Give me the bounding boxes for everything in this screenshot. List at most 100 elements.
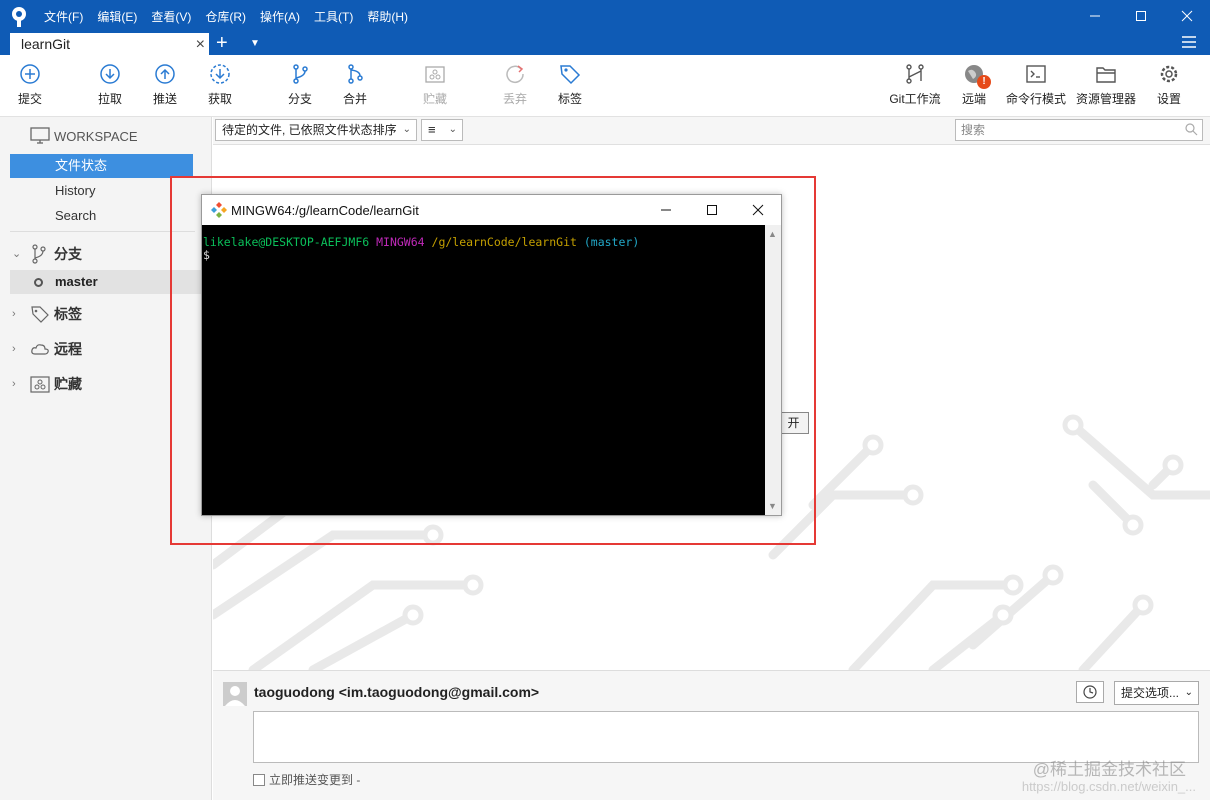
menu-view[interactable]: 查看(V) [151, 8, 191, 25]
branch-button[interactable]: 分支 [275, 63, 325, 107]
checkbox-icon [253, 774, 265, 786]
maximize-icon [707, 205, 717, 215]
menu-edit[interactable]: 编辑(E) [97, 8, 137, 25]
chevron-right-icon: › [12, 343, 16, 355]
gear-icon [1160, 65, 1178, 83]
chevron-down-icon: ⌄ [402, 124, 411, 135]
chevron-down-icon: ⌄ [448, 124, 457, 135]
terminal-window-controls [643, 195, 781, 225]
window-controls [1072, 0, 1210, 32]
settings-button[interactable]: 设置 [1144, 63, 1194, 107]
terminal-prompt-line: likelake@DESKTOP-AEFJMF6 MINGW64 /g/lear… [203, 236, 764, 249]
terminal-icon [1026, 65, 1046, 83]
gitflow-button[interactable]: Git工作流 [885, 63, 945, 107]
branch-icon [32, 244, 46, 264]
sidebar-item-file-status[interactable]: 文件状态 [10, 154, 193, 178]
minimize-icon [661, 209, 671, 211]
new-tab-button[interactable]: + [216, 32, 228, 55]
commit-author: taoguodong <im.taoguodong@gmail.com> [254, 684, 540, 700]
menu-actions[interactable]: 操作(A) [260, 8, 300, 25]
remote-warning-badge: ! [977, 75, 991, 89]
discard-icon [506, 65, 524, 83]
close-icon [1181, 10, 1193, 22]
menu-bar: 文件(F) 编辑(E) 查看(V) 仓库(R) 操作(A) 工具(T) 帮助(H… [44, 8, 422, 25]
prompt-environment: MINGW64 [376, 235, 425, 249]
terminal-title-bar[interactable]: MINGW64:/g/learnCode/learnGit [202, 195, 781, 225]
maximize-icon [1136, 11, 1146, 21]
prompt-branch: (master) [583, 235, 640, 249]
folder-icon [1096, 67, 1116, 83]
fetch-icon [210, 64, 230, 84]
remote-button[interactable]: ! 远端 [949, 63, 999, 107]
tag-icon [560, 65, 581, 85]
gitflow-icon [906, 64, 924, 84]
monitor-icon [30, 127, 50, 144]
close-button[interactable] [1164, 0, 1210, 32]
cloud-icon [31, 344, 49, 355]
watermark-text: @稀土掘金技术社区 [1032, 760, 1186, 779]
prompt-user-host: likelake@DESKTOP-AEFJMF6 [203, 235, 370, 249]
search-input[interactable]: 搜索 [955, 119, 1203, 141]
scroll-down-icon[interactable]: ▼ [768, 501, 777, 511]
prompt-path: /g/learnCode/learnGit [431, 235, 577, 249]
tab-close-icon[interactable]: × [196, 33, 205, 56]
list-view-icon: ≡ [428, 122, 436, 137]
toolbar: 提交 拉取 推送 获取 分支 合并 贮藏 丢弃 标签 Git工作流 ! 远端 命… [0, 55, 1210, 117]
tab-dropdown-icon[interactable]: ▼ [250, 38, 260, 49]
menu-file[interactable]: 文件(F) [44, 8, 83, 25]
avatar [223, 682, 247, 706]
fetch-button[interactable]: 获取 [195, 63, 245, 107]
filter-bar: 待定的文件, 已依照文件状态排序 ⌄ ≡ ⌄ 搜索 [213, 117, 1210, 145]
discard-button[interactable]: 丢弃 [490, 63, 540, 107]
tag-button[interactable]: 标签 [545, 63, 595, 107]
terminal-window[interactable]: MINGW64:/g/learnCode/learnGit likelake@D… [201, 194, 782, 516]
minimize-icon [1090, 15, 1100, 17]
menu-help[interactable]: 帮助(H) [367, 8, 408, 25]
menu-tools[interactable]: 工具(T) [314, 8, 353, 25]
sidebar-item-search[interactable]: Search [10, 204, 193, 228]
search-icon [1185, 123, 1198, 136]
chevron-right-icon: › [12, 378, 16, 390]
current-branch-icon [34, 278, 43, 287]
title-bar: 文件(F) 编辑(E) 查看(V) 仓库(R) 操作(A) 工具(T) 帮助(H… [0, 0, 1210, 56]
terminal-output[interactable]: likelake@DESKTOP-AEFJMF6 MINGW64 /g/lear… [202, 225, 765, 515]
terminal-button[interactable]: 命令行模式 [1005, 63, 1067, 107]
push-immediately-checkbox[interactable]: 立即推送变更到 - [253, 771, 360, 788]
arrow-down-circle-icon [100, 64, 120, 84]
explorer-button[interactable]: 资源管理器 [1075, 63, 1137, 107]
menu-repository[interactable]: 仓库(R) [205, 8, 246, 25]
maximize-button[interactable] [1118, 0, 1164, 32]
branch-icon [293, 64, 308, 84]
tab-learngit[interactable]: learnGit × [10, 33, 209, 56]
pull-button[interactable]: 拉取 [85, 63, 135, 107]
file-sort-dropdown[interactable]: 待定的文件, 已依照文件状态排序 ⌄ [215, 119, 417, 141]
sourcetree-logo-icon [12, 7, 26, 27]
minimize-button[interactable] [1072, 0, 1118, 32]
stash-icon [425, 66, 445, 83]
arrow-up-circle-icon [155, 64, 175, 84]
chevron-down-icon: ⌄ [1184, 687, 1193, 698]
clock-icon [1083, 685, 1097, 699]
commit-options-dropdown[interactable]: 提交选项... ⌄ [1114, 681, 1199, 705]
stash-button[interactable]: 贮藏 [410, 63, 460, 107]
terminal-scrollbar[interactable]: ▲ ▼ [765, 225, 781, 515]
merge-icon [348, 64, 363, 84]
push-button[interactable]: 推送 [140, 63, 190, 107]
prompt-symbol: $ [203, 248, 210, 262]
sidebar-divider [10, 231, 195, 232]
tag-icon [31, 306, 49, 323]
close-icon [752, 204, 764, 216]
commit-panel: taoguodong <im.taoguodong@gmail.com> 提交选… [213, 670, 1210, 800]
chevron-down-icon: ⌄ [12, 248, 22, 260]
sidebar-item-history[interactable]: History [10, 179, 193, 203]
view-mode-dropdown[interactable]: ≡ ⌄ [421, 119, 463, 141]
scroll-up-icon[interactable]: ▲ [768, 229, 777, 239]
git-bash-logo-icon [211, 202, 227, 218]
terminal-minimize-button[interactable] [643, 195, 689, 225]
hamburger-menu-icon[interactable] [1182, 36, 1196, 48]
commit-button[interactable]: 提交 [5, 63, 55, 107]
commit-history-button[interactable] [1076, 681, 1104, 703]
merge-button[interactable]: 合并 [330, 63, 380, 107]
terminal-close-button[interactable] [735, 195, 781, 225]
terminal-maximize-button[interactable] [689, 195, 735, 225]
